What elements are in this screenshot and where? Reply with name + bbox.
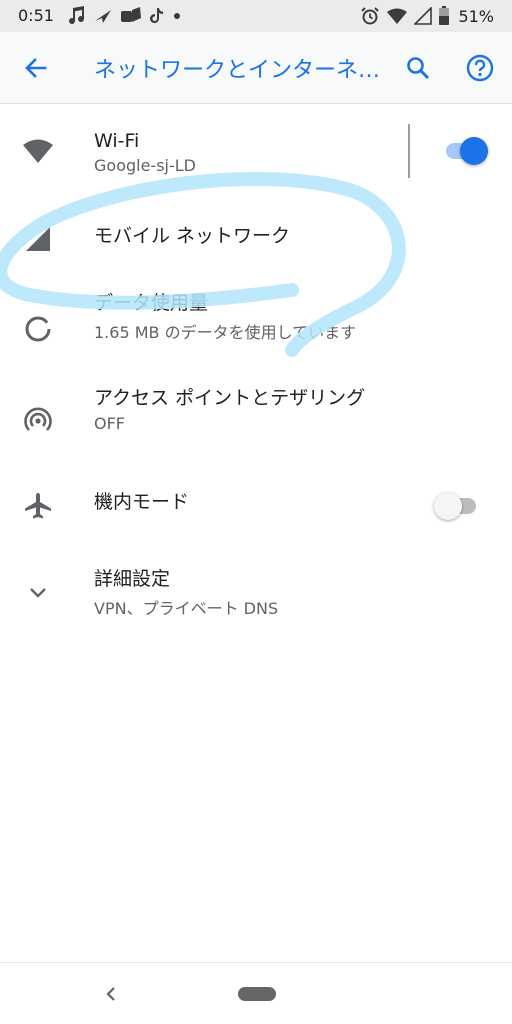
advanced-setting-icon-box — [18, 572, 58, 612]
wifi-setting-icon-box — [18, 131, 58, 171]
arrow-back-icon — [25, 58, 47, 78]
toggle-divider — [408, 124, 410, 178]
dot-icon — [174, 13, 180, 19]
setting-hotspot[interactable]: アクセス ポイントとテザリング OFF — [0, 374, 512, 470]
notification-icons — [68, 4, 182, 28]
page-title: ネットワークとインターネット — [94, 58, 384, 83]
help-button[interactable] — [460, 48, 500, 88]
search-button[interactable] — [398, 48, 438, 88]
help-icon — [466, 54, 494, 82]
status-bar: 0:51 51% — [0, 0, 512, 32]
wifi-icon — [387, 8, 408, 24]
battery-icon — [439, 6, 450, 25]
home-pill-icon[interactable] — [238, 987, 276, 1001]
setting-wifi[interactable]: Wi-Fi Google-sj-LD — [0, 104, 512, 198]
chevron-down-icon — [30, 588, 46, 598]
search-icon — [407, 57, 430, 80]
tiktok-icon — [150, 8, 163, 24]
battery-percent: 51% — [458, 6, 494, 26]
navigation-bar — [0, 962, 512, 1024]
music-note-icon — [69, 6, 85, 25]
data-setting-icon-box — [18, 309, 58, 349]
system-icons: 51% — [360, 4, 494, 28]
setting-subtitle: 1.65 MB のデータを使用しています — [94, 323, 357, 342]
setting-title: アクセス ポイントとテザリング — [94, 387, 366, 409]
airplane-icon — [25, 493, 51, 519]
setting-subtitle: OFF — [94, 414, 125, 433]
airplane-setting-icon-box — [18, 486, 58, 526]
setting-mobile-network[interactable]: モバイル ネットワーク — [0, 198, 512, 280]
send-icon — [95, 10, 111, 23]
hotspot-icon — [24, 407, 52, 431]
app-bar: ネットワークとインターネット — [0, 32, 512, 104]
setting-subtitle: Google-sj-LD — [94, 156, 196, 175]
setting-title: 機内モード — [94, 491, 190, 513]
wifi-toggle[interactable] — [444, 137, 488, 165]
setting-subtitle: VPN、プライベート DNS — [94, 599, 279, 618]
setting-data-usage[interactable]: データ使用量 1.65 MB のデータを使用しています — [0, 280, 512, 374]
settings-list: Wi-Fi Google-sj-LD モバイル ネットワーク データ使用量 1.… — [0, 104, 512, 636]
alarm-icon — [361, 7, 380, 25]
setting-airplane-mode[interactable]: 機内モード — [0, 470, 512, 550]
app-icon — [121, 7, 141, 22]
back-button[interactable] — [16, 48, 56, 88]
status-time: 0:51 — [18, 6, 54, 25]
signal-icon — [414, 7, 433, 25]
toggle-thumb — [434, 492, 462, 520]
setting-advanced[interactable]: 詳細設定 VPN、プライベート DNS — [0, 550, 512, 636]
data-usage-icon — [25, 316, 51, 342]
chevron-left-icon — [106, 987, 115, 1001]
nav-back-button[interactable] — [96, 979, 126, 1009]
setting-title: データ使用量 — [94, 292, 209, 314]
mobile-setting-icon-box — [18, 219, 58, 259]
toggle-thumb — [460, 137, 488, 165]
wifi-icon — [23, 139, 53, 163]
setting-title: モバイル ネットワーク — [94, 225, 291, 247]
setting-title: 詳細設定 — [94, 568, 171, 590]
airplane-toggle[interactable] — [434, 492, 478, 520]
setting-title: Wi-Fi — [94, 130, 140, 152]
hotspot-setting-icon-box — [18, 401, 58, 441]
signal-icon — [26, 227, 50, 251]
